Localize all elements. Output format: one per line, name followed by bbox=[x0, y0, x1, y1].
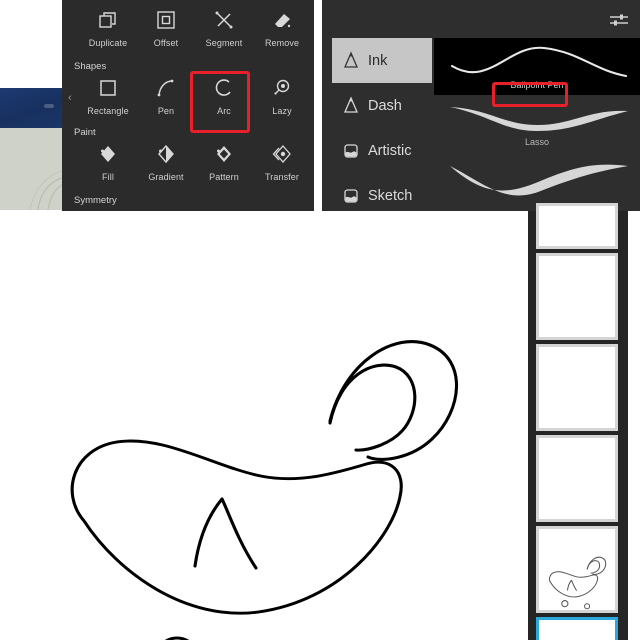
drawing-canvas[interactable] bbox=[0, 211, 520, 640]
layer-thumbnail-6-active[interactable] bbox=[536, 617, 618, 640]
tool-arc[interactable]: Arc bbox=[196, 70, 252, 136]
shape-tools-panel: ‹ Duplicate Offset Segment Remove Shapes… bbox=[62, 0, 314, 211]
tool-row-shapes: Rectangle Pen Arc Lazy bbox=[62, 70, 314, 136]
brush-category-artistic[interactable]: Artistic bbox=[332, 128, 432, 173]
brush-name-label: Ballpoint Pen bbox=[510, 80, 564, 90]
tool-label: Lazy bbox=[272, 106, 292, 116]
pattern-icon bbox=[196, 136, 252, 172]
segment-icon bbox=[196, 2, 252, 38]
tool-lazy[interactable]: Lazy bbox=[254, 70, 310, 136]
tool-pen[interactable]: Pen bbox=[138, 70, 194, 136]
brush-item-lasso[interactable]: Lasso bbox=[434, 95, 640, 152]
brush-item-third[interactable] bbox=[434, 152, 640, 209]
bucket-icon bbox=[339, 142, 363, 160]
tool-label: Arc bbox=[217, 106, 231, 116]
brush-category-label: Artistic bbox=[368, 142, 412, 159]
remove-icon bbox=[254, 2, 310, 38]
nib-icon bbox=[339, 50, 363, 71]
tool-label: Transfer bbox=[265, 172, 299, 182]
tool-pattern[interactable]: Pattern bbox=[196, 136, 252, 202]
offset-icon bbox=[138, 2, 194, 38]
fill-icon bbox=[80, 136, 136, 172]
tool-label: Offset bbox=[153, 38, 179, 48]
layer-thumbnail-1[interactable] bbox=[536, 203, 618, 249]
transfer-icon bbox=[254, 136, 310, 172]
tool-transfer[interactable]: Transfer bbox=[254, 136, 310, 202]
screenshot-root: ‹ Duplicate Offset Segment Remove Shapes… bbox=[0, 0, 640, 640]
tool-label: Segment bbox=[205, 38, 243, 48]
layer-thumbnail-4[interactable] bbox=[536, 435, 618, 522]
brush-category-label: Dash bbox=[368, 97, 402, 114]
layer-thumb-surface bbox=[539, 347, 615, 428]
layer-thumbnail-3[interactable] bbox=[536, 344, 618, 431]
sliders-icon[interactable] bbox=[608, 10, 630, 30]
tool-gradient[interactable]: Gradient bbox=[138, 136, 194, 202]
tool-offset[interactable]: Offset bbox=[138, 2, 194, 68]
photo-blue-band bbox=[0, 88, 62, 128]
tool-row-paint: Fill Gradient Pattern Transfer bbox=[62, 136, 314, 202]
tool-label: Gradient bbox=[148, 172, 184, 182]
brush-category-dash[interactable]: Dash bbox=[332, 83, 432, 128]
layer-thumb-surface bbox=[539, 256, 615, 337]
brush-list: Ballpoint Pen Lasso bbox=[434, 38, 640, 211]
layer-thumb-surface bbox=[539, 206, 615, 246]
tool-label: Fill bbox=[102, 172, 114, 182]
tool-label: Duplicate bbox=[88, 38, 128, 48]
bucket-icon bbox=[339, 187, 363, 205]
duplicate-icon bbox=[80, 2, 136, 38]
tool-label: Pattern bbox=[209, 172, 239, 182]
tool-label: Pen bbox=[157, 106, 175, 116]
line-art-creature-sketch bbox=[70, 340, 459, 640]
layer-thumb-surface bbox=[539, 620, 615, 640]
brush-picker-panel: Ink Dash Artistic Sketch Ballpoint Pen L… bbox=[322, 0, 640, 211]
tool-label: Rectangle bbox=[87, 106, 129, 116]
arc-icon bbox=[196, 70, 252, 106]
layers-strip-background bbox=[528, 203, 628, 640]
brush-category-ink[interactable]: Ink bbox=[332, 38, 432, 83]
nib-icon bbox=[339, 95, 363, 116]
brush-category-list: Ink Dash Artistic Sketch bbox=[332, 38, 432, 211]
layer-thumbnail-5[interactable] bbox=[536, 526, 618, 613]
brush-category-label: Sketch bbox=[368, 187, 413, 204]
layer-thumb-surface bbox=[539, 438, 615, 519]
tool-segment[interactable]: Segment bbox=[196, 2, 252, 68]
brush-name-label: Lasso bbox=[524, 137, 550, 147]
brush-panel-toolbar bbox=[322, 0, 640, 38]
layer-thumbnail-2[interactable] bbox=[536, 253, 618, 340]
brush-category-label: Ink bbox=[368, 52, 388, 69]
photo-paper-surface bbox=[0, 128, 62, 210]
tool-remove[interactable]: Remove bbox=[254, 2, 310, 68]
layers-right-edge bbox=[628, 211, 640, 640]
pen-icon bbox=[138, 70, 194, 106]
layers-panel bbox=[528, 203, 640, 640]
rectangle-icon bbox=[80, 70, 136, 106]
brush-item-ballpoint-pen[interactable]: Ballpoint Pen bbox=[434, 38, 640, 95]
tool-row-edit: Duplicate Offset Segment Remove bbox=[62, 2, 314, 68]
tool-label: Remove bbox=[264, 38, 300, 48]
lazy-icon bbox=[254, 70, 310, 106]
photo-fragment bbox=[0, 88, 62, 210]
section-header-symmetry: Symmetry bbox=[74, 195, 117, 206]
tool-fill[interactable]: Fill bbox=[80, 136, 136, 202]
gradient-icon bbox=[138, 136, 194, 172]
tool-duplicate[interactable]: Duplicate bbox=[80, 2, 136, 68]
layer-thumb-artwork bbox=[539, 529, 615, 610]
